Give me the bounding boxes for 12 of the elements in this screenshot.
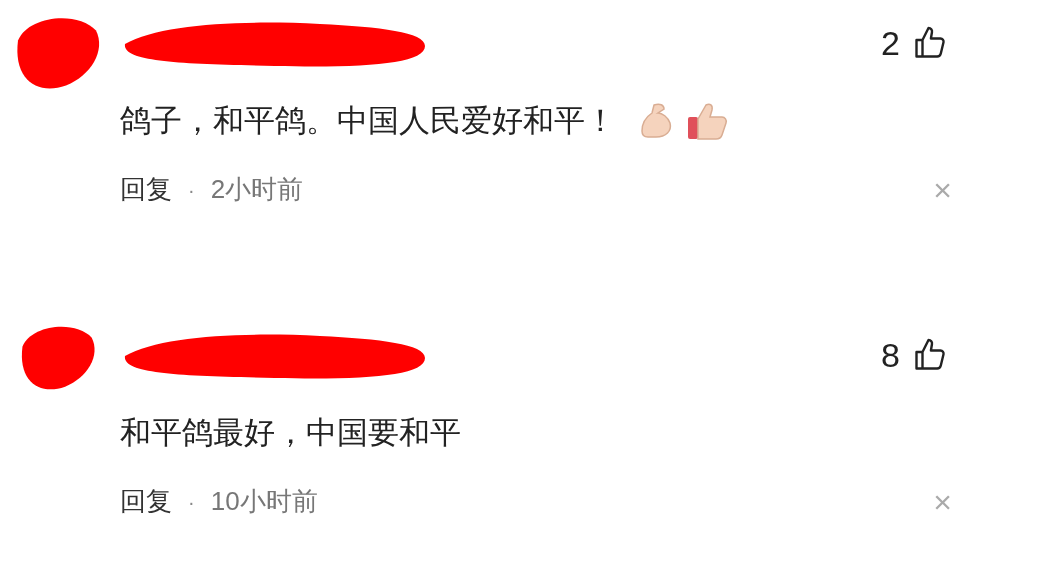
reply-link[interactable]: 回复 bbox=[120, 170, 172, 209]
timestamp: 10小时前 bbox=[210, 485, 318, 518]
like-count: 2 bbox=[881, 22, 900, 64]
comment-text: 和平鸽最好，中国要和平 bbox=[120, 413, 461, 452]
like-count: 8 bbox=[881, 334, 900, 376]
thumbs-up-icon[interactable] bbox=[912, 25, 948, 61]
reply-link[interactable]: 回复 bbox=[120, 482, 172, 521]
separator-dot: · bbox=[188, 489, 195, 515]
separator-dot: · bbox=[188, 177, 195, 203]
comment-text: 鸽子，和平鸽。中国人民爱好和平！ bbox=[120, 101, 616, 140]
thumbs-up-icon[interactable] bbox=[912, 337, 948, 373]
timestamp: 2小时前 bbox=[210, 173, 304, 206]
